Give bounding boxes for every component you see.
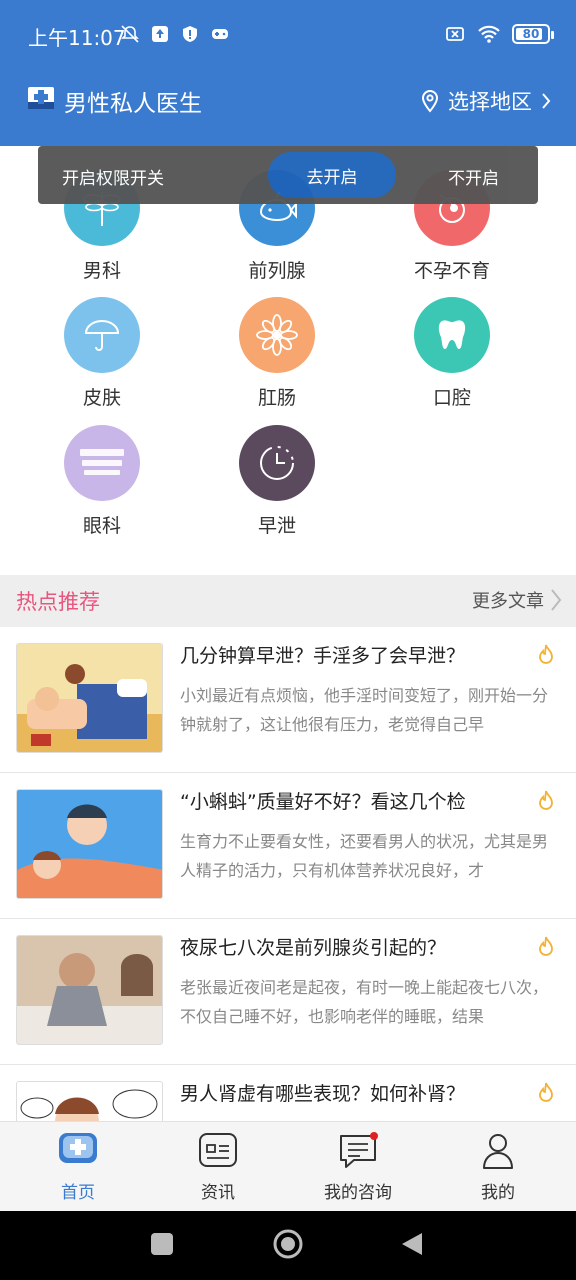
app-header: 男性私人医生 选择地区: [0, 80, 576, 120]
article-thumbnail: [16, 935, 163, 1045]
wifi-icon: [478, 25, 500, 43]
permission-message: 开启权限开关: [62, 169, 164, 189]
flame-icon: [539, 936, 553, 956]
shield-alert-icon: [183, 26, 197, 42]
article-summary: 小刘最近有点烦恼，他手淫时间变短了，刚开始一分钟就射了，这让他很有压力，老觉得自…: [180, 686, 549, 734]
worried-man-image: [17, 936, 162, 1044]
category-icon-circle: [239, 425, 315, 501]
bottom-nav: 首页 资讯 我的咨询 我的: [0, 1121, 576, 1211]
region-label: 选择地区: [448, 90, 532, 114]
location-pin-icon: [421, 89, 439, 113]
select-region-button[interactable]: 选择地区: [420, 86, 552, 116]
article-title: “小蝌蚪”质量好不好？看这几个检: [180, 791, 466, 813]
category-label: 皮肤: [82, 387, 121, 409]
flower-icon: [256, 314, 298, 356]
sim-off-icon: [446, 27, 464, 41]
status-time: 上午11:07: [28, 26, 126, 50]
decline-permission-button[interactable]: 不开启: [448, 164, 499, 189]
category-anorectal[interactable]: 肛肠: [217, 297, 337, 410]
back-triangle-icon[interactable]: [400, 1231, 424, 1257]
category-icon-circle: [64, 425, 140, 501]
article-item[interactable]: “小蝌蚪”质量好不好？看这几个检 生育力不止要看女性，还要看男人的状况，尤其是男…: [0, 773, 576, 919]
umbrella-icon: [84, 320, 120, 351]
category-label: 男科: [82, 260, 121, 282]
status-icons-right: 80: [444, 24, 554, 44]
article-title: 男人肾虚有哪些表现？如何补肾？: [180, 1083, 466, 1105]
category-label: 不孕不育: [413, 260, 490, 282]
home-circle-icon[interactable]: [272, 1228, 304, 1260]
cartoon-couple-image: [17, 790, 162, 898]
battery-icon: 80: [512, 24, 554, 44]
app-title: 男性私人医生: [64, 91, 202, 117]
status-icons-left: [120, 24, 230, 44]
tab-label: 我的: [481, 1183, 515, 1203]
more-articles-link[interactable]: 更多文章: [472, 587, 562, 613]
section-title: 热点推荐: [16, 590, 100, 614]
upload-icon: [152, 26, 168, 42]
chevron-right-icon: [551, 589, 562, 611]
article-title: 夜尿七八次是前列腺炎引起的？: [180, 937, 447, 959]
battery-level: 80: [522, 27, 540, 41]
enable-permission-button[interactable]: 去开启: [268, 152, 396, 198]
article-item[interactable]: 男人肾虚有哪些表现？如何补肾？: [0, 1065, 576, 1121]
user-icon: [478, 1132, 518, 1170]
article-thumbnail: [16, 789, 163, 899]
gamepad-icon: [212, 29, 228, 39]
tooth-icon: [438, 320, 466, 349]
cartoon-bedroom-image: [17, 644, 162, 752]
eye-chart-icon: [80, 449, 124, 475]
article-thumbnail: [16, 1081, 163, 1121]
category-premature[interactable]: 早泄: [217, 425, 337, 538]
tab-my-consult[interactable]: 我的咨询: [286, 1122, 430, 1212]
category-label: 早泄: [257, 515, 296, 537]
clock-icon: [260, 446, 294, 480]
home-plus-icon: [58, 1132, 98, 1170]
flame-icon: [539, 644, 553, 664]
category-icon-circle: [64, 297, 140, 373]
flame-icon: [539, 790, 553, 810]
flame-icon: [539, 1082, 553, 1102]
tab-label: 我的咨询: [324, 1183, 392, 1203]
category-icon-circle: [239, 297, 315, 373]
category-skin[interactable]: 皮肤: [42, 297, 162, 410]
more-articles-label: 更多文章: [472, 591, 544, 612]
article-list: 几分钟算早泄？手淫多了会早泄？ 小刘最近有点烦恼，他手淫时间变短了，刚开始一分钟…: [0, 627, 576, 1121]
status-bar: 上午11:07 80: [0, 18, 576, 54]
category-label: 眼科: [82, 515, 121, 537]
mute-bell-icon: [121, 25, 139, 43]
chat-message-icon: [338, 1132, 378, 1170]
tab-label: 资讯: [201, 1183, 235, 1203]
category-dental[interactable]: 口腔: [392, 297, 512, 410]
article-item[interactable]: 几分钟算早泄？手淫多了会早泄？ 小刘最近有点烦恼，他手淫时间变短了，刚开始一分钟…: [0, 627, 576, 773]
permission-toast: 开启权限开关 去开启 不开启: [38, 146, 538, 204]
article-summary: 老张最近夜间老是起夜，有时一晚上能起夜七八次，不仅自己睡不好，也影响老伴的睡眠，…: [180, 978, 549, 1026]
cartoon-man-image: [17, 1082, 162, 1121]
system-nav-bar: [0, 1211, 576, 1280]
category-ophthalmology[interactable]: 眼科: [42, 425, 162, 538]
category-label: 肛肠: [257, 387, 296, 409]
article-item[interactable]: 夜尿七八次是前列腺炎引起的？ 老张最近夜间老是起夜，有时一晚上能起夜七八次，不仅…: [0, 919, 576, 1065]
medical-kit-icon: [28, 87, 54, 109]
category-label: 口腔: [432, 387, 471, 409]
notification-dot: [370, 1132, 378, 1140]
tab-home[interactable]: 首页: [6, 1122, 150, 1212]
article-summary: 生育力不止要看女性，还要看男人的状况，尤其是男人精子的活力，只有机体营养状况良好…: [180, 832, 549, 880]
news-icon: [198, 1132, 238, 1170]
category-icon-circle: [414, 297, 490, 373]
article-thumbnail: [16, 643, 163, 753]
hot-recommend-header: 热点推荐 更多文章: [0, 575, 576, 627]
tab-profile[interactable]: 我的: [426, 1122, 570, 1212]
recents-square-icon[interactable]: [150, 1231, 174, 1257]
tab-news[interactable]: 资讯: [146, 1122, 290, 1212]
tab-label: 首页: [61, 1183, 95, 1203]
top-bar: 上午11:07 80 男性私人医生 选择地区: [0, 0, 576, 146]
category-label: 前列腺: [248, 260, 306, 282]
chevron-right-icon: [542, 93, 551, 109]
article-title: 几分钟算早泄？手淫多了会早泄？: [180, 645, 466, 667]
